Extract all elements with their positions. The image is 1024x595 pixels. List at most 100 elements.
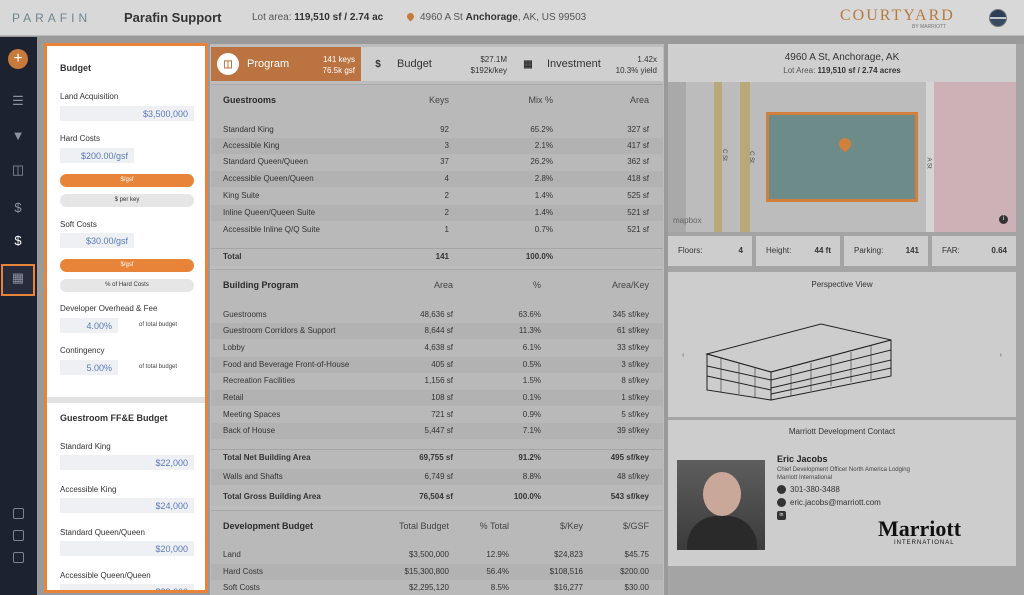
tab-investment-values: 1.42x 10.3% yield [616, 54, 657, 76]
courtyard-logo: COURTYARD [840, 7, 955, 24]
row-area-key: 48 sf/key [616, 472, 649, 481]
budget-title: Budget [60, 63, 91, 73]
dev-overhead-input[interactable]: 4.00% [60, 318, 118, 333]
map-lot-area: Lot Area: 119,510 sf / 2.74 acres [668, 66, 1016, 75]
row-area-key: 495 sf/key [610, 453, 649, 462]
row-per-key: $24,823 [554, 550, 583, 559]
hard-costs-per-key-toggle[interactable]: $ per key [60, 194, 194, 207]
soft-costs-per-gsf-toggle[interactable]: $/gsf [60, 259, 194, 272]
row-pct: 0.5% [522, 360, 541, 369]
land-input[interactable]: $3,500,000 [60, 106, 194, 121]
tab-budget[interactable]: Budget [397, 58, 432, 70]
print-icon[interactable] [13, 552, 24, 563]
tab-investment[interactable]: Investment [547, 58, 601, 70]
ffe-label: Standard Queen/Queen [60, 528, 145, 537]
contact-email-row[interactable]: eric.jacobs@marriott.com [777, 498, 881, 508]
download-icon[interactable] [13, 530, 24, 541]
row-area: 76,504 sf [419, 492, 453, 501]
tab-program[interactable]: ◫ Program 141 keys 76.5k gsf [211, 47, 361, 81]
table-row: Recreation Facilities 1,156 sf 1.5% 8 sf/ke… [211, 373, 663, 389]
user-avatar[interactable] [989, 9, 1007, 27]
info-icon[interactable]: i [999, 215, 1008, 224]
row-keys: 3 [444, 141, 449, 150]
contact-photo-body [687, 516, 757, 550]
add-icon[interactable]: + [8, 49, 28, 69]
total-row: Total 141 100.0% [211, 248, 663, 264]
row-name: Guestroom Corridors & Support [223, 326, 336, 335]
table-row: Accessible Inline Q/Q Suite 1 0.7% 521 sf [211, 222, 663, 238]
row-name: Food and Beverage Front-of-House [223, 360, 350, 369]
ffe-input[interactable]: $20,000 [60, 541, 194, 556]
address-city: Anchorage [465, 12, 518, 23]
row-area: 6,749 sf [424, 472, 453, 481]
building-header: Building Program Area % Area/Key [211, 270, 663, 300]
ffe-input[interactable]: $22,000 [60, 455, 194, 470]
row-name: Accessible Inline Q/Q Suite [223, 225, 320, 234]
table-row: Standard King 92 65.2% 327 sf [211, 122, 663, 138]
app-title: Parafin Support [124, 10, 222, 25]
net-area-row: Total Net Building Area 69,755 sf 91.2% 495… [211, 449, 663, 465]
row-area: 69,755 sf [419, 453, 453, 462]
row-pct: 7.1% [522, 426, 541, 435]
site-map[interactable]: C St C St A St mapbox i [668, 82, 1016, 232]
row-area: 108 sf [431, 393, 453, 402]
row-area: 327 sf [627, 125, 649, 134]
soft-costs-pct-toggle[interactable]: % of Hard Costs [60, 279, 194, 292]
row-pct: 11.3% [518, 326, 541, 335]
row-pct: 6.1% [522, 343, 541, 352]
contact-phone-row[interactable]: 301-380-3488 [777, 485, 840, 495]
ffe-input[interactable]: $24,000 [60, 498, 194, 513]
cost-icon[interactable]: $ [6, 195, 30, 219]
list-icon[interactable]: ☰ [6, 89, 30, 113]
row-area: 417 sf [627, 141, 649, 150]
hard-costs-input[interactable]: $200.00/gsf [60, 148, 134, 163]
stat-height: Height: 44 ft [756, 236, 840, 266]
address-rest: , AK, US 99503 [517, 12, 587, 23]
prev-arrow-icon[interactable]: ‹ [682, 352, 684, 359]
contact-card: Marriott Development Contact Eric Jacobs… [668, 420, 1016, 566]
contact-photo [677, 460, 765, 550]
stat-value: 0.64 [991, 246, 1007, 255]
filter-icon[interactable]: ▼ [6, 123, 30, 147]
program-tab-icon: ◫ [217, 53, 239, 75]
row-area-key: 345 sf/key [612, 310, 649, 319]
row-area-key: 543 sf/key [610, 492, 649, 501]
guestrooms-header: Guestrooms Keys Mix % Area [211, 85, 663, 115]
investment-icon[interactable]: ▦ [6, 266, 30, 290]
map-lot-label: Lot Area: [783, 66, 816, 75]
row-per-key: $16,277 [554, 583, 583, 592]
row-area: 5,447 sf [424, 426, 453, 435]
table-row: Accessible King 3 2.1% 417 sf [211, 138, 663, 154]
map-card: 4960 A St, Anchorage, AK Lot Area: 119,5… [668, 44, 1016, 232]
parafin-logo[interactable]: PARAFIN [12, 11, 91, 25]
row-pct: 12.9% [486, 550, 509, 559]
site-parcel[interactable] [766, 112, 918, 202]
row-per-gsf: $45.75 [624, 550, 649, 559]
ffe-input[interactable]: $22,000 [60, 584, 194, 590]
building-title: Building Program [223, 280, 299, 290]
next-arrow-icon[interactable]: › [1000, 352, 1002, 359]
marriott-logo: Marriott [878, 516, 962, 541]
address-street: 4960 A St [420, 12, 463, 23]
report-icon[interactable] [13, 508, 24, 519]
col-area-key: Area/Key [611, 280, 649, 290]
soft-costs-input[interactable]: $30.00/gsf [60, 233, 134, 248]
program-icon[interactable]: ◫ [6, 158, 30, 182]
contingency-input[interactable]: 5.00% [60, 360, 118, 375]
linkedin-icon[interactable]: in [777, 511, 786, 520]
tab-program-gsf: 76.5k gsf [322, 66, 355, 75]
col-per-gsf: $/GSF [622, 521, 649, 531]
row-name: Total Net Building Area [223, 453, 311, 462]
panel-divider [47, 397, 205, 403]
location-pin-icon [405, 11, 416, 22]
row-area-key: 3 sf/key [621, 360, 649, 369]
ffe-title: Guestroom FF&E Budget [60, 413, 168, 423]
row-mix: 2.1% [534, 141, 553, 150]
map-block [934, 82, 1016, 232]
row-name: Standard Queen/Queen [223, 157, 308, 166]
budget-icon[interactable]: $ [6, 228, 30, 252]
row-per-gsf: $30.00 [624, 583, 649, 592]
stat-floors: Floors: 4 [668, 236, 752, 266]
hard-costs-per-gsf-toggle[interactable]: $/gsf [60, 174, 194, 187]
col-total-budget: Total Budget [398, 521, 449, 531]
